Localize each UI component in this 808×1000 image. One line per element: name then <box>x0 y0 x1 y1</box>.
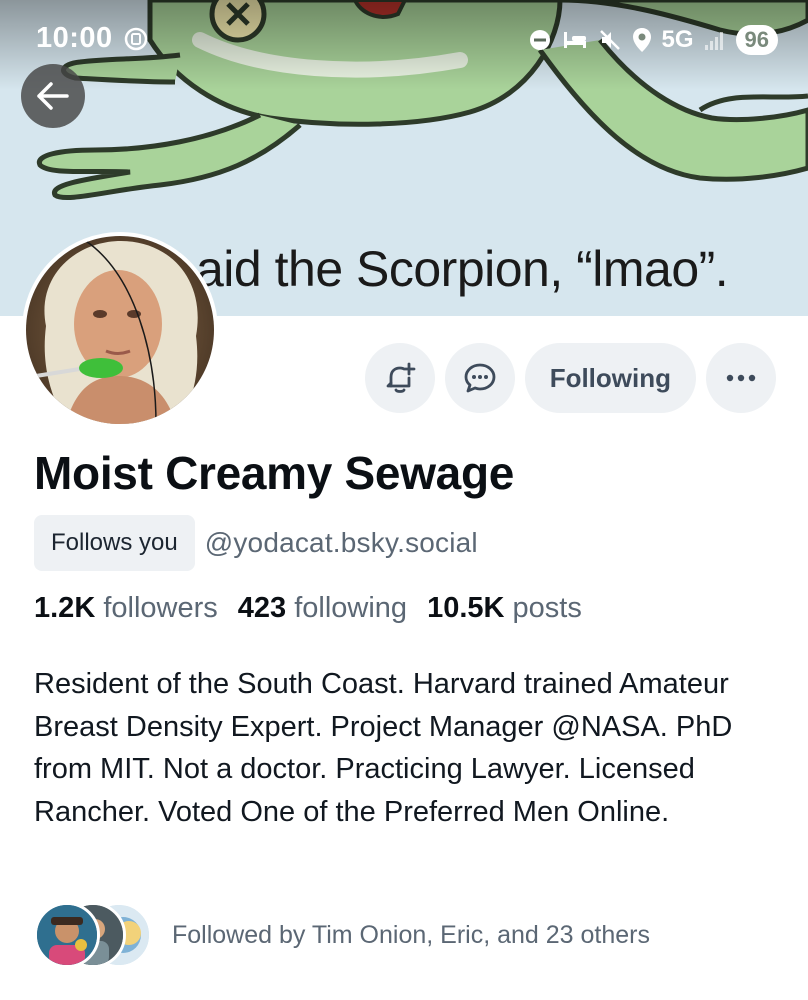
subscribe-notifications-button[interactable] <box>364 343 435 413</box>
do-not-disturb-icon <box>529 30 550 50</box>
follows-you-badge: Follows you <box>34 515 195 571</box>
display-name: Moist Creamy Sewage <box>34 447 515 499</box>
profile-stats: 1.2K followers 423 following 10.5K posts <box>34 592 582 625</box>
stat-value: 1.2K <box>34 592 96 624</box>
profile-bio: Resident of the South Coast. Harvard tra… <box>34 668 733 828</box>
data-saver-icon <box>124 27 148 51</box>
following-button[interactable]: Following <box>524 343 696 413</box>
arrow-left-icon <box>37 82 69 110</box>
avatar-image <box>26 236 214 424</box>
banner-caption: aid the Scorpion, “lmao”. <box>196 241 729 297</box>
network-type: 5G <box>661 26 694 53</box>
known-follower-avatars <box>34 902 154 968</box>
back-button[interactable] <box>21 64 85 128</box>
known-followers[interactable]: Followed by Tim Onion, Eric, and 23 othe… <box>34 902 650 968</box>
handle-row: Follows you @yodacat.bsky.social <box>34 515 478 571</box>
followed-by-text: Followed by Tim Onion, Eric, and 23 othe… <box>172 920 651 949</box>
stat-following[interactable]: 423 following <box>238 592 407 625</box>
status-icons: 5G 96 <box>528 22 778 58</box>
bell-plus-icon <box>386 362 416 393</box>
chat-bubble-icon <box>464 363 496 393</box>
signal-icon <box>704 32 723 50</box>
location-icon <box>632 28 651 52</box>
more-options-button[interactable] <box>706 343 776 413</box>
follower-avatar <box>34 902 100 968</box>
status-bar: 10:00 5G 96 <box>0 0 808 80</box>
stat-label: following <box>294 592 408 624</box>
ellipsis-icon <box>726 374 756 382</box>
stat-posts: 10.5K posts <box>427 592 582 625</box>
stat-label: followers <box>103 592 218 624</box>
muted-icon <box>599 30 620 50</box>
bed-icon <box>563 32 586 48</box>
stat-value: 423 <box>237 592 287 624</box>
status-time: 10:00 <box>36 22 113 54</box>
avatar[interactable] <box>22 232 218 428</box>
profile-actions: Following <box>364 343 776 413</box>
stat-label: posts <box>512 592 582 624</box>
battery-indicator: 96 <box>735 25 778 55</box>
stat-followers[interactable]: 1.2K followers <box>34 592 218 625</box>
stat-value: 10.5K <box>427 592 505 624</box>
message-button[interactable] <box>444 343 515 413</box>
handle: @yodacat.bsky.social <box>204 527 478 558</box>
